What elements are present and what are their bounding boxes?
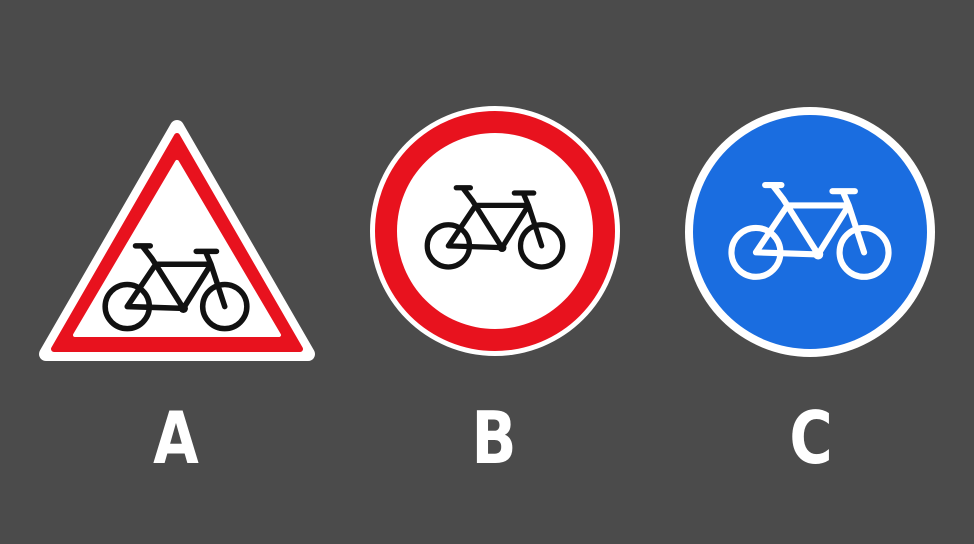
sign-b-prohibition-circle	[370, 106, 620, 356]
sign-c-blue-field	[693, 115, 927, 349]
sign-b-label: B	[471, 396, 517, 480]
sign-c-mandatory-circle	[685, 107, 935, 357]
sign-b-white-field	[397, 133, 593, 329]
sign-a-label: A	[153, 396, 199, 480]
sign-c-label: C	[789, 396, 833, 480]
